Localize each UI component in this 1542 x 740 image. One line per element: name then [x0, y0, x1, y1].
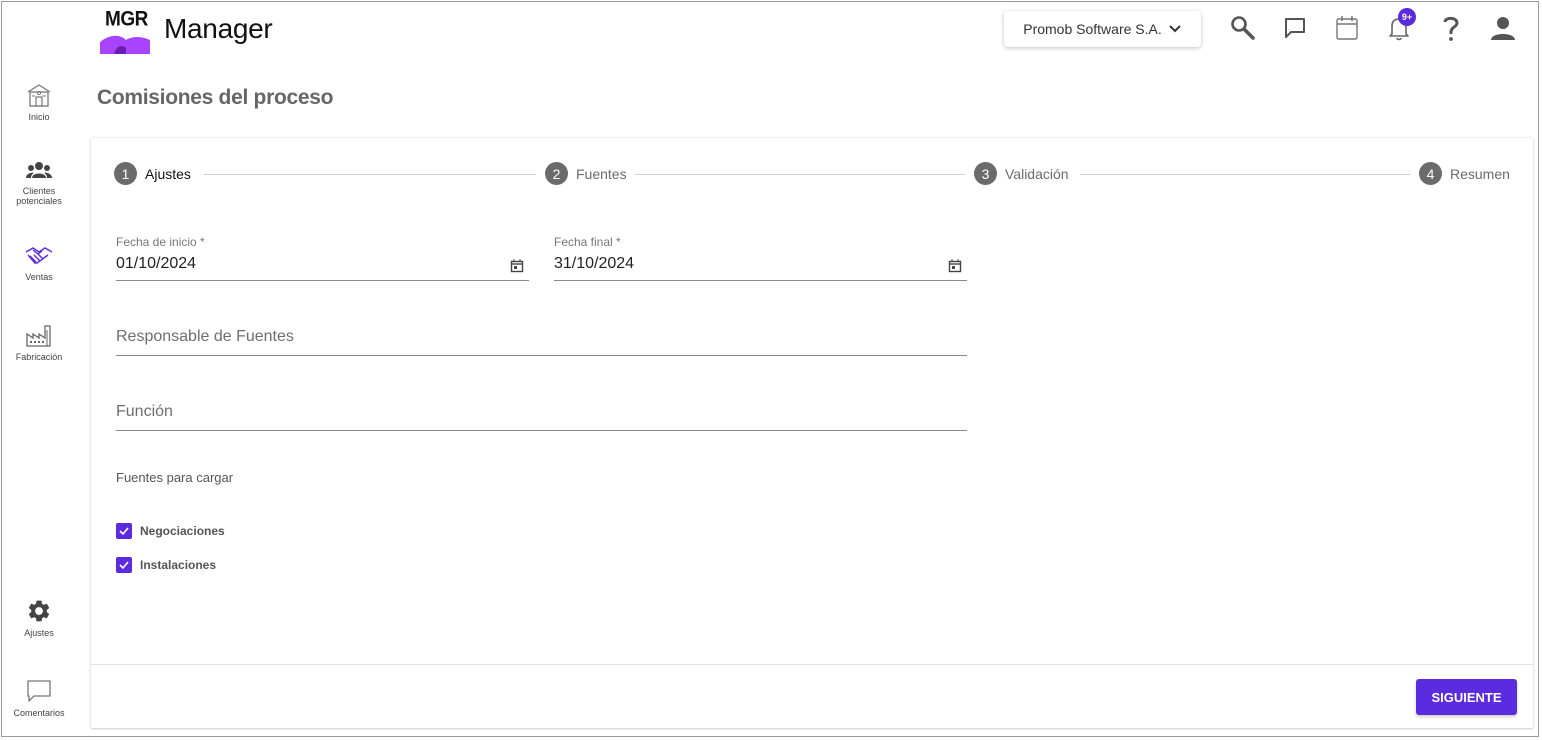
step-connector — [204, 174, 536, 175]
search-icon — [1231, 16, 1255, 40]
checkbox-instalaciones[interactable]: Instalaciones — [116, 557, 216, 573]
end-date-field[interactable]: Fecha final * 31/10/2024 — [554, 235, 967, 281]
gear-icon — [28, 600, 50, 622]
process-card: 1 Ajustes 2 Fuentes 3 Validación 4 Resum… — [91, 138, 1533, 728]
sidebar-item-label: Ajustes — [24, 628, 54, 638]
function-field[interactable]: Función — [116, 403, 967, 431]
search-button[interactable] — [1229, 14, 1257, 42]
help-icon — [1443, 16, 1459, 41]
step-number: 2 — [545, 162, 568, 185]
notification-badge: 9+ — [1398, 8, 1416, 26]
sidebar-item-comentarios[interactable]: Comentarios — [2, 678, 76, 718]
checkbox-checked[interactable] — [116, 557, 132, 573]
user-icon — [1491, 17, 1515, 40]
sidebar-item-label: Comentarios — [13, 708, 65, 718]
step-number: 1 — [114, 162, 137, 185]
handshake-icon — [25, 247, 53, 264]
company-name: Promob Software S.A. — [1023, 21, 1162, 37]
messages-button[interactable] — [1281, 14, 1309, 42]
step-number: 3 — [974, 162, 997, 185]
app-window: Inicio Clientes potenciales Ventas Fabri… — [1, 1, 1539, 737]
app-name: Manager — [164, 13, 273, 44]
profile-button[interactable] — [1489, 14, 1517, 42]
checkbox-label: Negociaciones — [140, 524, 225, 538]
people-icon — [26, 162, 52, 178]
app-logo[interactable]: MGR Manager — [100, 6, 273, 54]
responsible-placeholder: Responsable de Fuentes — [116, 328, 294, 345]
field-underline — [116, 280, 529, 281]
company-selector[interactable]: Promob Software S.A. — [1004, 11, 1201, 47]
checkbox-checked[interactable] — [116, 523, 132, 539]
logo-wave — [100, 35, 150, 54]
step-label: Validación — [1005, 165, 1069, 182]
help-button[interactable] — [1437, 14, 1465, 42]
home-icon — [27, 84, 51, 107]
field-underline — [554, 280, 967, 281]
sidebar-item-fabricacion[interactable]: Fabricación — [2, 324, 76, 362]
notifications-button[interactable]: 9+ — [1385, 8, 1416, 42]
sidebar-item-label: Clientes potenciales — [16, 186, 62, 206]
step-label: Ajustes — [145, 165, 191, 182]
calendar-icon — [1336, 16, 1358, 40]
step-connector — [1080, 174, 1410, 175]
factory-icon — [26, 325, 51, 347]
step-label: Resumen — [1450, 165, 1510, 182]
step-resumen[interactable]: 4 Resumen — [1419, 162, 1510, 185]
function-placeholder: Función — [116, 403, 173, 420]
field-underline — [116, 355, 967, 356]
calendar-button[interactable] — [1333, 14, 1361, 42]
next-button[interactable]: SIGUIENTE — [1416, 679, 1517, 715]
chevron-down-icon — [1169, 25, 1181, 33]
calendar-picker-icon[interactable] — [948, 259, 962, 273]
start-date-field[interactable]: Fecha de inicio * 01/10/2024 — [116, 235, 529, 281]
check-icon — [119, 561, 129, 570]
step-validacion[interactable]: 3 Validación — [974, 162, 1069, 185]
logo-mark: MGR — [100, 6, 150, 54]
sources-label: Fuentes para cargar — [116, 470, 234, 485]
sidebar-item-label: Ventas — [25, 272, 53, 282]
step-ajustes[interactable]: 1 Ajustes — [114, 162, 191, 185]
sidebar-item-ajustes[interactable]: Ajustes — [2, 598, 76, 638]
sidebar: Inicio Clientes potenciales Ventas Fabri… — [2, 2, 76, 736]
footer-divider — [91, 664, 1533, 665]
start-date-value[interactable]: 01/10/2024 — [116, 255, 529, 273]
chat-icon — [1285, 18, 1305, 38]
responsible-field[interactable]: Responsable de Fuentes — [116, 328, 967, 356]
end-date-value[interactable]: 31/10/2024 — [554, 255, 967, 273]
checkbox-label: Instalaciones — [140, 558, 217, 572]
step-label: Fuentes — [576, 165, 627, 182]
sidebar-item-ventas[interactable]: Ventas — [2, 244, 76, 282]
step-number: 4 — [1419, 162, 1442, 185]
sidebar-item-inicio[interactable]: Inicio — [2, 82, 76, 122]
start-date-label: Fecha de inicio * — [116, 235, 205, 249]
sidebar-item-label: Inicio — [28, 112, 50, 122]
sidebar-item-label: Fabricación — [15, 352, 63, 362]
end-date-label: Fecha final * — [554, 235, 621, 249]
step-fuentes[interactable]: 2 Fuentes — [545, 162, 627, 185]
calendar-picker-icon[interactable] — [510, 259, 524, 273]
page-title: Comisiones del proceso — [97, 86, 334, 109]
comment-icon — [27, 680, 51, 702]
sidebar-item-clientes-potenciales[interactable]: Clientes potenciales — [2, 160, 76, 206]
logo-text: MGR — [105, 7, 148, 32]
check-icon — [119, 527, 129, 536]
checkbox-negociaciones[interactable]: Negociaciones — [116, 523, 225, 539]
step-connector — [635, 174, 965, 175]
field-underline — [116, 430, 967, 431]
